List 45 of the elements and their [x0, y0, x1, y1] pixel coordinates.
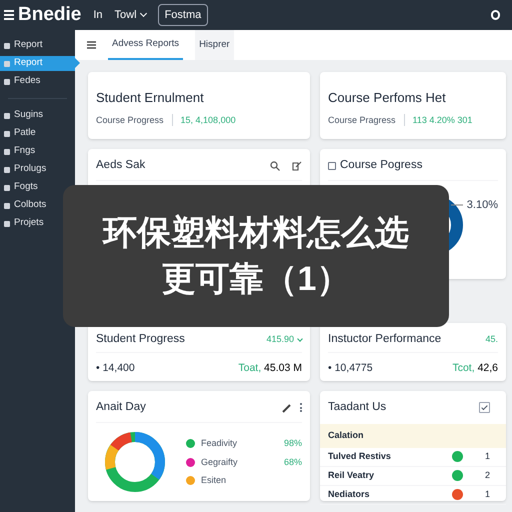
tab[interactable]: Advess Reports [108, 30, 184, 60]
card-title: Course Perfoms Het [328, 89, 447, 107]
sidebar-item[interactable]: Sugins [0, 108, 75, 123]
tab[interactable]: Hisprer [195, 30, 234, 60]
card-title: Anait Day [96, 400, 146, 415]
card-title: Course Pogress [340, 158, 422, 173]
table-cell-text: Reil Veatry [328, 469, 376, 482]
card-label: Course Pragress [328, 114, 396, 127]
card-title: Student Ernulment [96, 89, 205, 107]
card-title: Instuctor Performance [328, 332, 442, 347]
count-value: • 10,4775 [328, 361, 373, 376]
card-value: 15, 4,108,000 [180, 114, 236, 126]
table-cell-text: 1 [485, 488, 490, 501]
caption-text: 环保塑料材料怎么选 [103, 213, 409, 254]
table-header: Calation [320, 424, 506, 448]
legend-value: 98% [284, 437, 302, 450]
table-cell-text: 2 [485, 469, 490, 482]
callout-label: 3.10% [466, 198, 498, 214]
card-title: Aeds Sak [96, 158, 146, 173]
table-cell-text: Nediators [328, 488, 371, 501]
count-value: • 14,400 [96, 361, 135, 376]
sidebar-item[interactable]: Report [0, 38, 75, 53]
card-title: Taadant Us [328, 400, 386, 415]
legend-label: Esiten [201, 474, 228, 487]
brand-name: Bnedie [18, 2, 82, 27]
legend-label: Gegraifty [201, 456, 239, 469]
sidebar-item[interactable]: Prolugs [0, 162, 75, 177]
card-value: 113 4.20% 301 [412, 114, 472, 126]
card-label: Course Progress [96, 114, 164, 127]
caption-text: 更可靠（1） [162, 259, 350, 300]
legend-value: 68% [284, 456, 302, 468]
table-cell-text: Tulved Restivs [328, 450, 392, 463]
total-value: Tcot, 42,6 [452, 361, 498, 376]
value-label: 45. [485, 332, 498, 346]
value-label: 415.90 [266, 332, 302, 346]
toolbar-button[interactable]: Fostma [158, 4, 208, 26]
sidebar-item[interactable]: Patle [0, 126, 75, 141]
sidebar-item[interactable]: Fedes [0, 74, 75, 89]
sidebar-item[interactable]: Fngs [0, 144, 75, 159]
legend-label: Feadivity [201, 437, 238, 450]
menu-item[interactable]: In [93, 6, 103, 24]
table-cell-text: 1 [485, 450, 490, 463]
total-value: Toat, 45.03 M [238, 361, 302, 376]
card-title: Student Progress [96, 332, 185, 347]
menu-item[interactable]: Towl [114, 6, 146, 24]
